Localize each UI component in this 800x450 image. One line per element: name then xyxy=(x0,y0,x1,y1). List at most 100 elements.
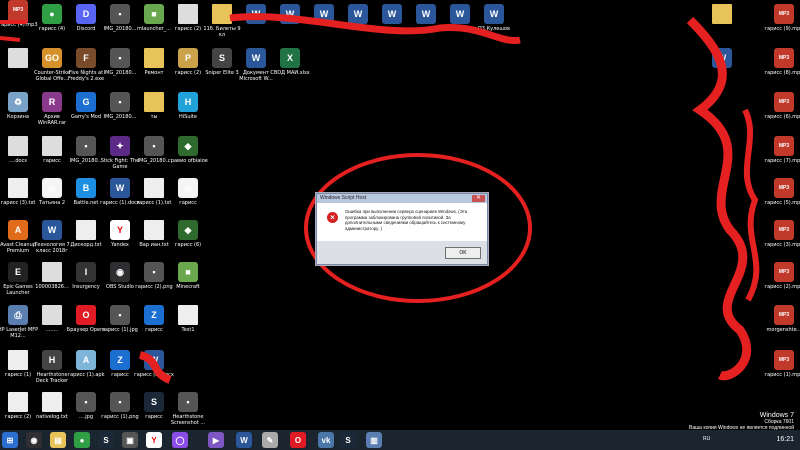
desktop-icon-row-top-6[interactable]: W xyxy=(272,4,308,48)
desktop-icon-test1[interactable]: Test1 xyxy=(170,305,206,349)
mp3-icon: MP3 xyxy=(774,4,794,24)
image-icon: ▪ xyxy=(144,262,164,282)
word-icon: W xyxy=(246,48,266,68)
desktop-icon-svod[interactable]: X СВОД МАЙ.xlsx xyxy=(270,48,310,92)
pubg-icon: P xyxy=(178,48,198,68)
desktop-icon-garriss6[interactable]: ◆ гарисс (6) xyxy=(170,220,206,264)
desktop-icon-hisuite[interactable]: H HiSuite xyxy=(170,92,206,136)
mp3-icon: MP3 xyxy=(774,220,794,240)
taskbar-item-word[interactable]: W xyxy=(236,432,252,448)
folder-icon xyxy=(712,4,732,24)
taskbar-item-opera[interactable]: O xyxy=(290,432,306,448)
folder-icon xyxy=(144,48,164,68)
file-icon xyxy=(178,4,198,24)
taskbar-item-steam[interactable]: S xyxy=(98,432,114,448)
overwatch-icon: ◎ xyxy=(178,178,198,198)
gravity-icon: ◆ xyxy=(178,136,198,156)
file-icon xyxy=(8,392,28,412)
battlenet-icon: B xyxy=(76,178,96,198)
desktop-icon-mp3-1[interactable]: MP3 гарисс (9).mp3 xyxy=(764,4,800,48)
mp3-icon: MP3 xyxy=(774,305,794,325)
mp3-icon: MP3 xyxy=(774,92,794,112)
desktop-icon-label: Test1 xyxy=(181,327,195,333)
taskbar-item-paint[interactable]: ✎ xyxy=(262,432,278,448)
desktop-icon-mp3-5[interactable]: MP3 гарисс (5).mp3 xyxy=(764,178,800,222)
desktop-icon-label: гарисс (7).mp3 xyxy=(764,158,800,164)
desktop-icon-label: гравио ofbiaioe xyxy=(168,158,208,164)
dialog-titlebar[interactable]: Windows Script Host ✕ xyxy=(317,194,487,203)
taskbar-item-vk[interactable]: vk xyxy=(318,432,334,448)
opera-icon: O xyxy=(76,305,96,325)
desktop-icon-row-top-8[interactable]: W xyxy=(340,4,376,48)
taskbar-item-yandex[interactable]: Y xyxy=(146,432,162,448)
taskbar-item-vstudio[interactable]: ▶ xyxy=(208,432,224,448)
desktop-icon-right-1[interactable] xyxy=(704,4,740,48)
word-icon: W xyxy=(450,4,470,24)
taskbar-item-steam2[interactable]: S xyxy=(340,432,356,448)
mp3-icon: MP3 xyxy=(774,350,794,370)
desktop-icon-label: гарисс (5).mp3 xyxy=(764,200,800,206)
desktop-icon-kuleshov[interactable]: W П3.Кулешов xyxy=(476,4,512,48)
desktop-icon-gravity[interactable]: ◆ гравио ofbiaioe xyxy=(168,136,208,180)
taskbar-item-unknown[interactable]: ▣ xyxy=(122,432,138,448)
taskbar-item-alice[interactable]: ◯ xyxy=(172,432,188,448)
word-icon: W xyxy=(416,4,436,24)
desktop-icon-garriss2docx[interactable]: Wгарисс (2).docx xyxy=(134,350,174,394)
taskbar-start-button[interactable]: ⊞ xyxy=(2,432,18,448)
desktop-icon-label: HiSuite xyxy=(179,114,197,120)
excel-icon: X xyxy=(280,48,300,68)
dialog-body: × Ошибка при выполнении сервера сценарие… xyxy=(317,203,487,241)
stick-icon: ✦ xyxy=(110,136,130,156)
image-icon: ▪ xyxy=(144,136,164,156)
desktop-icon-row-top-7[interactable]: W xyxy=(306,4,342,48)
desktop-icon-garriss-ow[interactable]: ◎ гарисс xyxy=(170,178,206,222)
desktop-icon-mp3-10[interactable]: MP3 гарисс (4).mp3 xyxy=(0,0,38,44)
yandex-icon: Y xyxy=(110,220,130,240)
language-indicator[interactable]: RU xyxy=(703,436,710,442)
desktop-icon-label: гарисс (1).mp3 xyxy=(764,372,800,378)
taskbar-item-obs[interactable]: ◉ xyxy=(26,432,42,448)
ok-button[interactable]: OK xyxy=(445,247,481,259)
desktop-icon-mp3-4[interactable]: MP3 гарисс (7).mp3 xyxy=(764,136,800,180)
taskbar-item-chrome[interactable]: ● xyxy=(74,432,90,448)
system-clock[interactable]: 16:21 xyxy=(776,436,794,443)
word-icon: W xyxy=(280,4,300,24)
error-dialog: Windows Script Host ✕ × Ошибка при выпол… xyxy=(316,193,488,265)
mp3-icon: MP3 xyxy=(774,262,794,282)
taskbar: ⊞ ◉ ▤ ● S ▣ Y ◯ ▶ W ✎ Ovk S ▥ xyxy=(0,430,800,450)
close-icon[interactable]: ✕ xyxy=(472,195,485,202)
word-icon: W xyxy=(712,48,732,68)
mp3-icon: MP3 xyxy=(774,48,794,68)
desktop-icon-mp3-9[interactable]: MP3 morgenshte... xyxy=(766,305,800,349)
desktop-icon-label: morgenshte... xyxy=(766,327,800,333)
desktop-icon-label: гарисс xyxy=(179,200,197,206)
desktop-icon-row-top-5[interactable]: W xyxy=(238,4,274,48)
desktop-icon-label: гарисс (2).docx xyxy=(134,372,174,378)
desktop-icon-row-top-9[interactable]: W xyxy=(374,4,410,48)
desktop-icon-mp3-7[interactable]: MP3 гарисс (2).mp3 xyxy=(764,262,800,306)
desktop-icon-mp3-6[interactable]: MP3 гарисс (3).mp3 xyxy=(764,220,800,264)
hs-tracker-icon: H xyxy=(42,350,62,370)
word-icon: W xyxy=(314,4,334,24)
taskbar-item-explorer[interactable]: ▤ xyxy=(50,432,66,448)
z-icon: Z xyxy=(144,305,164,325)
file-icon xyxy=(76,220,96,240)
obs-icon: ◉ xyxy=(110,262,130,282)
desktop-icon-label: гарисс (8).mp3 xyxy=(764,70,800,76)
image-icon: ▪ xyxy=(110,392,130,412)
desktop-icon-label: гарисс (3).mp3 xyxy=(764,242,800,248)
desktop-icon-minecraft[interactable]: ■ Minecraft xyxy=(170,262,206,306)
desktop-icon-row-top-10[interactable]: W xyxy=(408,4,444,48)
taskbar-item-script[interactable]: ▥ xyxy=(366,432,382,448)
image-icon: ▪ xyxy=(178,392,198,412)
desktop-icon-mp3-2[interactable]: MP3 гарисс (8).mp3 xyxy=(764,48,800,92)
error-icon: × xyxy=(327,212,338,223)
chrome-icon: ● xyxy=(42,4,62,24)
minecraft-icon: ■ xyxy=(178,262,198,282)
desktop-icon-mp3-8[interactable]: MP3 гарисс (1).mp3 xyxy=(764,350,800,394)
desktop-icon-mp3-3[interactable]: MP3 гарисс (6).mp3 xyxy=(764,92,800,136)
epic-icon: E xyxy=(8,262,28,282)
desktop-icon-bilety[interactable]: 11б. Билеты 9 кл xyxy=(203,4,241,48)
desktop-icon-right-2[interactable]: W xyxy=(704,48,740,92)
mp3-icon: MP3 xyxy=(774,136,794,156)
